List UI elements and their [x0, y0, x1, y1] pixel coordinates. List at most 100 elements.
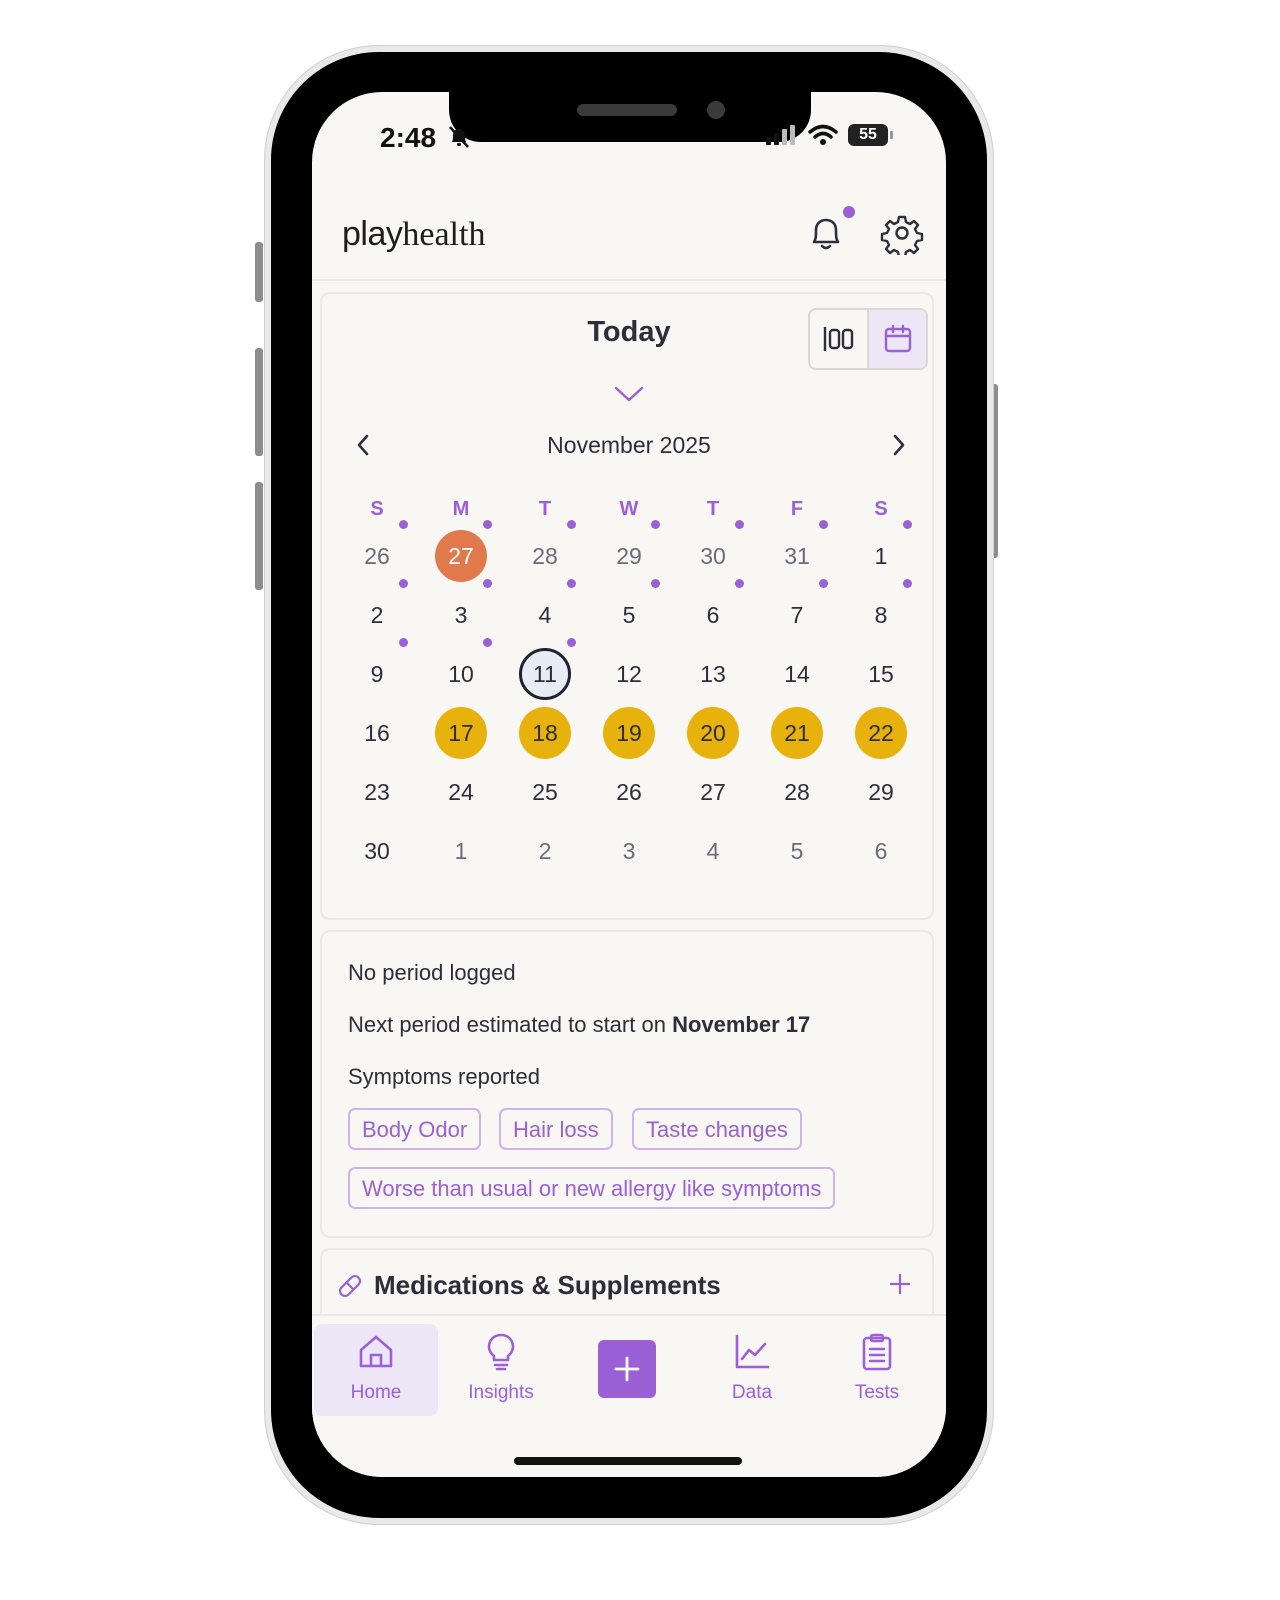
log-indicator-dot	[819, 579, 828, 588]
log-indicator-dot	[735, 579, 744, 588]
log-indicator-dot	[399, 579, 408, 588]
chevron-right-icon[interactable]	[884, 430, 914, 460]
calendar-day[interactable]: 7	[771, 589, 823, 641]
weekday-label: T	[538, 498, 552, 520]
status-icons: 55	[764, 124, 893, 146]
month-label: November 2025	[547, 432, 711, 458]
log-indicator-dot	[567, 579, 576, 588]
log-indicator-dot	[651, 579, 660, 588]
tab-home-label: Home	[350, 1382, 402, 1403]
calendar-day[interactable]: 2	[351, 589, 403, 641]
calendar-day[interactable]: 24	[435, 766, 487, 818]
calendar-day[interactable]: 10	[435, 648, 487, 700]
week-view-button[interactable]	[810, 310, 867, 368]
calendar-day[interactable]: 4	[519, 589, 571, 641]
next-period-prefix: Next period estimated to start on	[348, 1012, 673, 1037]
calendar-day[interactable]: 4	[687, 825, 739, 877]
weekday-label: S	[874, 498, 888, 520]
symptom-tag[interactable]: Taste changes	[632, 1108, 802, 1150]
log-indicator-dot	[399, 520, 408, 529]
calendar-day[interactable]: 13	[687, 648, 739, 700]
symptom-tag[interactable]: Worse than usual or new allergy like sym…	[348, 1167, 836, 1209]
calendar-day[interactable]: 30	[687, 530, 739, 582]
calendar-day[interactable]: 29	[855, 766, 907, 818]
symptom-tag[interactable]: Hair loss	[499, 1108, 613, 1150]
calendar-day[interactable]: 28	[519, 530, 571, 582]
calendar-day[interactable]: 28	[771, 766, 823, 818]
calendar-day[interactable]: 27	[435, 530, 487, 582]
notch	[449, 92, 811, 142]
symptom-tag[interactable]: Body Odor	[348, 1108, 482, 1150]
chevron-down-icon[interactable]	[614, 384, 644, 404]
log-indicator-dot	[483, 579, 492, 588]
weekday-label: M	[452, 498, 470, 520]
calendar-day[interactable]: 1	[435, 825, 487, 877]
calendar-day[interactable]: 19	[603, 707, 655, 759]
battery-indicator: 55	[848, 124, 893, 146]
calendar-day[interactable]: 16	[351, 707, 403, 759]
tab-insights[interactable]: Insights	[439, 1324, 563, 1416]
calendar-day[interactable]: 8	[855, 589, 907, 641]
calendar-card: Today November 2025 S M T W T F S 26 27 …	[320, 292, 934, 920]
log-indicator-dot	[903, 520, 912, 529]
calendar-day[interactable]: 23	[351, 766, 403, 818]
volume-up-button	[255, 348, 263, 456]
bottom-tab-bar: Home Insights Data Tests	[312, 1314, 946, 1477]
calendar-day[interactable]: 29	[603, 530, 655, 582]
signal-icon	[766, 125, 795, 145]
calendar-day[interactable]: 3	[603, 825, 655, 877]
chart-line-icon	[735, 1334, 770, 1369]
calendar-day[interactable]: 20	[687, 707, 739, 759]
calendar-day[interactable]: 14	[771, 648, 823, 700]
clipboard-icon	[862, 1333, 892, 1371]
wifi-icon	[808, 124, 838, 145]
calendar-day[interactable]: 22	[855, 707, 907, 759]
view-toggle	[808, 308, 928, 370]
calendar-day[interactable]: 17	[435, 707, 487, 759]
calendar-day[interactable]: 6	[855, 825, 907, 877]
log-indicator-dot	[483, 520, 492, 529]
symptoms-heading: Symptoms reported	[348, 1064, 540, 1089]
tab-data[interactable]: Data	[690, 1324, 814, 1416]
tab-tests-label: Tests	[854, 1382, 900, 1403]
calendar-day[interactable]: 3	[435, 589, 487, 641]
calendar-day[interactable]: 26	[351, 530, 403, 582]
calendar-day[interactable]: 5	[603, 589, 655, 641]
calendar-day[interactable]: 12	[603, 648, 655, 700]
calendar-day[interactable]: 6	[687, 589, 739, 641]
log-indicator-dot	[903, 579, 912, 588]
week-view-icon	[823, 327, 853, 351]
next-period-estimate: Next period estimated to start on Novemb…	[348, 1012, 810, 1038]
tab-home[interactable]: Home	[314, 1324, 438, 1416]
plus-icon[interactable]	[888, 1272, 912, 1296]
gear-icon[interactable]	[880, 211, 924, 255]
calendar-day[interactable]: 30	[351, 825, 403, 877]
logo-health: health	[402, 216, 486, 253]
next-period-date: November 17	[672, 1012, 811, 1037]
calendar-day[interactable]: 26	[603, 766, 655, 818]
log-indicator-dot	[735, 520, 744, 529]
calendar-day[interactable]: 9	[351, 648, 403, 700]
add-log-button[interactable]	[598, 1340, 656, 1398]
bell-slash-icon	[449, 126, 469, 148]
calendar-day[interactable]: 31	[771, 530, 823, 582]
weekday-label: T	[706, 498, 720, 520]
calendar-day[interactable]: 11	[519, 648, 571, 700]
calendar-day[interactable]: 1	[855, 530, 907, 582]
logo-play: play	[342, 215, 403, 253]
month-view-button[interactable]	[867, 310, 926, 368]
month-navigation: November 2025	[322, 428, 936, 464]
calendar-day[interactable]: 21	[771, 707, 823, 759]
pill-icon	[338, 1274, 362, 1298]
calendar-day[interactable]: 18	[519, 707, 571, 759]
tab-tests[interactable]: Tests	[815, 1324, 939, 1416]
calendar-day[interactable]: 25	[519, 766, 571, 818]
log-indicator-dot	[819, 520, 828, 529]
log-indicator-dot	[399, 638, 408, 647]
calendar-day[interactable]: 27	[687, 766, 739, 818]
calendar-day[interactable]: 2	[519, 825, 571, 877]
calendar-day[interactable]: 5	[771, 825, 823, 877]
bell-icon[interactable]	[804, 211, 848, 255]
speaker	[577, 104, 677, 116]
calendar-day[interactable]: 15	[855, 648, 907, 700]
